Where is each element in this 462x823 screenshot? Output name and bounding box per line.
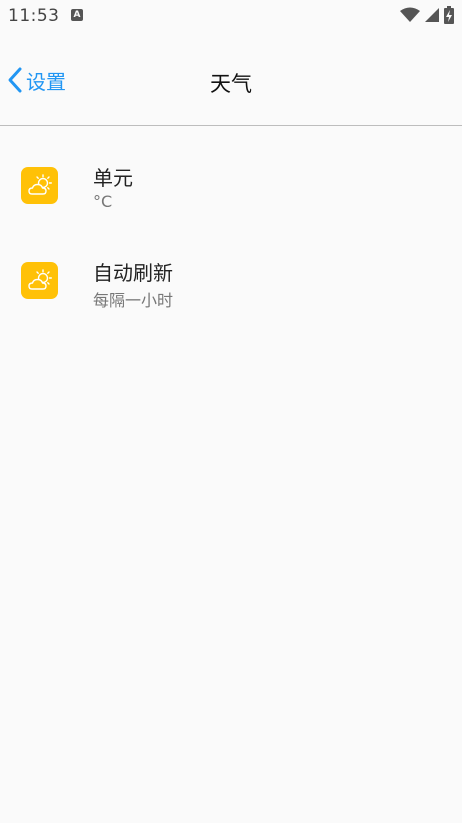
status-icons	[400, 6, 454, 24]
app-bar: 设置 天气	[0, 32, 462, 125]
page-title: 天气	[210, 72, 252, 96]
app-bar-divider	[0, 125, 462, 126]
pref-item-auto-refresh[interactable]: 自动刷新 每隔一小时	[0, 232, 462, 327]
notification-icon: A	[71, 9, 83, 21]
pref-title: 自动刷新	[93, 261, 173, 285]
battery-charging-icon	[444, 6, 454, 24]
wifi-icon	[400, 7, 420, 22]
pref-item-unit[interactable]: 单元 °C	[0, 137, 462, 232]
status-time: 11:53	[8, 6, 60, 26]
status-bar: 11:53 A	[0, 0, 462, 32]
pref-title: 单元	[93, 166, 133, 190]
weather-partly-cloudy-icon	[21, 167, 58, 204]
pref-summary: 每隔一小时	[93, 291, 174, 310]
signal-icon	[425, 8, 439, 22]
pref-summary: °C	[93, 192, 113, 211]
weather-partly-cloudy-icon	[21, 262, 58, 299]
preference-list: 单元 °C 自动刷新 每隔一小时	[0, 137, 462, 327]
